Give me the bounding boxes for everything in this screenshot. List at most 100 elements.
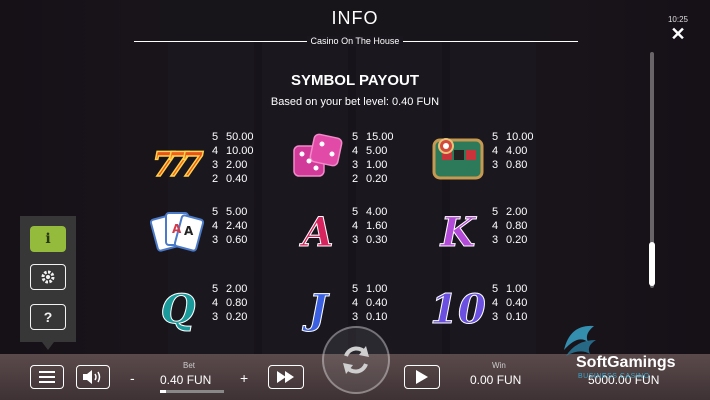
clock: 10:25	[667, 15, 688, 24]
bet-level-fill	[160, 390, 167, 393]
payout-row: 3 0.20	[492, 233, 527, 247]
payout-row: 5 10.00	[492, 130, 534, 144]
help-icon: ?	[43, 309, 53, 325]
payout-row: 4 0.40	[492, 296, 527, 310]
payout-value: 10.00	[506, 131, 534, 143]
payout-value: 15.00	[366, 131, 394, 143]
match-count: 5	[492, 131, 499, 143]
match-count: 4	[492, 220, 499, 232]
match-count: 5	[212, 283, 219, 295]
payout-value: 0.80	[506, 159, 528, 171]
match-count: 4	[352, 297, 359, 309]
payout-value: 2.40	[226, 220, 248, 232]
page-title: INFO	[331, 8, 379, 28]
settings-button[interactable]	[30, 264, 66, 290]
close-icon[interactable]: ✕	[670, 25, 686, 43]
payout-row: 3 1.00	[352, 158, 394, 172]
payout-value: 50.00	[226, 131, 254, 143]
scrollbar-thumb[interactable]	[649, 242, 655, 286]
match-count: 5	[352, 131, 359, 143]
roulette-table-icon	[430, 130, 486, 186]
payout-value: 0.80	[506, 220, 528, 232]
match-count: 3	[492, 311, 499, 323]
match-count: 3	[352, 159, 359, 171]
symbol-payout-item: 7 7 7 5 50.00 4 10.00 3 2.00 2 0.40	[150, 130, 278, 190]
payout-value: 0.40	[226, 173, 248, 185]
payout-row: 3 0.80	[492, 158, 534, 172]
payout-row: 5 2.00	[212, 282, 247, 296]
payout-value: 0.60	[226, 234, 248, 246]
payout-row: 4 4.00	[492, 144, 534, 158]
brand-name: SoftGamings	[576, 354, 676, 371]
letter-k-icon: K	[430, 205, 486, 261]
spin-button[interactable]	[322, 326, 390, 394]
fast-forward-icon	[277, 371, 294, 383]
payout-value: 10.00	[226, 145, 254, 157]
letter-a-icon: A	[290, 205, 346, 261]
match-count: 4	[212, 297, 219, 309]
symbol-glyph: A	[302, 209, 334, 256]
match-count: 4	[492, 297, 499, 309]
payout-row: 3 0.30	[352, 233, 387, 247]
payout-value: 1.00	[366, 159, 388, 171]
match-count: 3	[212, 234, 219, 246]
payout-value: 1.60	[366, 220, 388, 232]
bet-increase-button[interactable]: +	[240, 370, 248, 386]
svg-text:A: A	[184, 224, 194, 238]
match-count: 3	[352, 311, 359, 323]
symbol-payout-item: A 5 4.00 4 1.60 3 0.30	[290, 205, 418, 265]
win-label: Win	[492, 361, 506, 370]
info-button[interactable]: i	[30, 226, 66, 252]
payout-table: 5 15.00 4 5.00 3 1.00 2 0.20	[352, 130, 394, 186]
payout-row: 2 0.20	[352, 172, 394, 186]
bet-decrease-button[interactable]: -	[130, 370, 135, 386]
symbol-payout-item: K 5 2.00 4 0.80 3 0.20	[430, 205, 558, 265]
bet-value: 0.40 FUN	[160, 373, 212, 387]
payout-value: 5.00	[226, 206, 248, 218]
menu-button[interactable]	[30, 365, 64, 389]
symbol-glyph: J	[308, 286, 328, 333]
payout-row: 4 0.40	[352, 296, 387, 310]
svg-text:A: A	[172, 222, 182, 236]
match-count: 4	[212, 145, 219, 157]
autoplay-button[interactable]	[404, 365, 440, 389]
speaker-icon	[83, 370, 101, 384]
help-button[interactable]: ?	[30, 304, 66, 330]
payout-row: 5 50.00	[212, 130, 254, 144]
payout-row: 4 2.40	[212, 219, 247, 233]
payout-row: 5 4.00	[352, 205, 387, 219]
match-count: 2	[212, 173, 219, 185]
payout-value: 0.80	[226, 297, 248, 309]
sound-button[interactable]	[76, 365, 110, 389]
payout-row: 5 15.00	[352, 130, 394, 144]
payout-value: 2.00	[226, 283, 248, 295]
payout-value: 2.00	[226, 159, 248, 171]
payout-row: 3 0.10	[352, 310, 387, 324]
symbol-payout-item: Q 5 2.00 4 0.80 3 0.20	[150, 282, 278, 342]
playing-cards-icon: AA	[150, 205, 206, 261]
payout-row: 4 0.80	[492, 219, 527, 233]
payout-value: 4.00	[506, 145, 528, 157]
bet-label: Bet	[183, 361, 196, 370]
triple-seven-icon: 777	[150, 130, 206, 186]
payout-value: 5.00	[366, 145, 388, 157]
game-name: Casino On The House	[0, 36, 710, 46]
payout-value: 0.20	[506, 234, 528, 246]
match-count: 5	[212, 206, 219, 218]
payout-table: 5 1.00 4 0.40 3 0.10	[352, 282, 387, 324]
match-count: 5	[352, 283, 359, 295]
bet-level-bar	[160, 390, 224, 393]
symbol-payout-item: 5 10.00 4 4.00 3 0.80	[430, 130, 558, 190]
turbo-button[interactable]	[268, 365, 304, 389]
match-count: 2	[352, 173, 359, 185]
payout-value: 0.20	[226, 311, 248, 323]
payout-table: 5 2.00 4 0.80 3 0.20	[492, 205, 527, 247]
spin-arrows-icon	[343, 346, 369, 374]
payout-value: 0.40	[366, 297, 388, 309]
match-count: 4	[212, 220, 219, 232]
svg-text:7: 7	[180, 145, 204, 185]
match-count: 3	[492, 234, 499, 246]
payout-value: 1.00	[366, 283, 388, 295]
symbol-payout-item: 10 5 1.00 4 0.40 3 0.10	[430, 282, 558, 342]
match-count: 5	[492, 206, 499, 218]
